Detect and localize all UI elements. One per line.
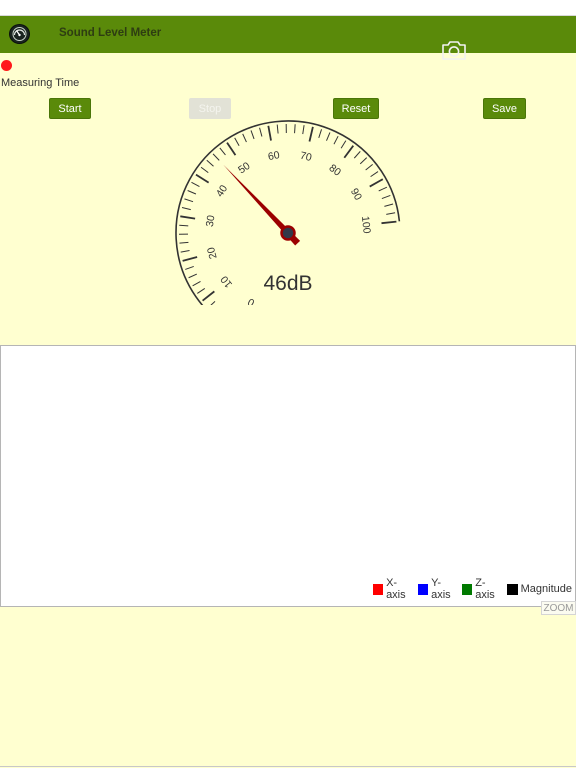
gauge-minor-tick [191, 181, 200, 187]
gauge-minor-tick [333, 135, 339, 145]
recording-indicator [1, 60, 12, 71]
legend-label-z-axis: Z-axis [475, 577, 495, 601]
gauge-minor-tick [250, 130, 255, 140]
legend-swatch-x-axis [373, 583, 384, 595]
gauge-minor-tick [181, 207, 191, 211]
gauge-minor-tick [378, 186, 388, 192]
gauge-major-tick [182, 256, 198, 262]
save-button[interactable]: Save [483, 98, 526, 119]
gauge-minor-tick [187, 190, 197, 195]
legend-item-magnitude: Magnitude [506, 583, 572, 595]
gauge-minor-tick [302, 125, 305, 135]
sensor-chart [0, 345, 576, 607]
legend-swatch-magnitude [506, 583, 518, 595]
legend-label-magnitude: Magnitude [520, 583, 572, 595]
gauge-tick-label: 70 [299, 150, 313, 164]
gauge-minor-tick [210, 300, 216, 305]
gauge-minor-tick [318, 129, 323, 139]
gauge-minor-tick [365, 163, 373, 171]
gauge-minor-tick [359, 157, 368, 165]
chart-legend: X-axis Y-axis Z-axis Magnitude [373, 577, 576, 601]
legend-swatch-z-axis [462, 583, 473, 595]
gauge-minor-tick [179, 241, 189, 244]
gauge-tick-label: 30 [204, 214, 218, 228]
legend-label-y-axis: Y-axis [431, 577, 451, 601]
gauge-minor-tick [185, 265, 194, 270]
gauge-tick-label: 80 [327, 162, 344, 179]
gauge-major-tick [369, 178, 384, 188]
gauge-tick-label: 10 [218, 273, 235, 290]
gauge-minor-tick [242, 133, 247, 143]
gauge-major-tick [202, 290, 215, 302]
status-strip [0, 0, 576, 16]
app-title: Sound Level Meter [59, 27, 162, 39]
sound-meter-logo-icon [9, 24, 30, 44]
gauge-minor-tick [386, 212, 396, 215]
legend-swatch-y-axis [418, 583, 429, 595]
gauge-minor-tick [384, 203, 394, 207]
gauge-minor-tick [179, 224, 189, 227]
gauge-minor-tick [294, 124, 296, 134]
gauge-minor-tick [326, 132, 331, 141]
legend-item-z-axis: Z-axis [462, 577, 502, 601]
gauge-major-tick [267, 125, 272, 141]
gauge-tick-label: 60 [267, 149, 281, 163]
gauge-tick-label: 50 [236, 160, 253, 177]
bottom-divider [0, 766, 576, 767]
title-bar: Sound Level Meter [0, 16, 576, 60]
gauge-tick-label: 40 [214, 183, 230, 199]
decibel-readout: 46dB [263, 272, 313, 295]
gauge-tick-label: 90 [348, 186, 364, 202]
start-button[interactable]: Start [49, 98, 91, 119]
legend-item-y-axis: Y-axis [418, 577, 458, 601]
gauge-major-tick [308, 126, 314, 142]
gauge-tick-label: 20 [205, 246, 220, 261]
gauge-minor-tick [206, 159, 214, 167]
gauge-tick-label: 0 [246, 295, 257, 305]
gauge-minor-tick [234, 137, 240, 147]
zoom-button[interactable]: ZOOM [541, 601, 576, 615]
legend-item-x-axis: X-axis [373, 577, 414, 601]
gauge-minor-tick [197, 288, 206, 294]
camera-icon[interactable] [441, 39, 467, 61]
gauge-major-tick [226, 142, 237, 156]
gauge-minor-tick [259, 127, 263, 137]
gauge-minor-tick [340, 140, 347, 149]
gauge-minor-tick [192, 280, 201, 287]
gauge-hub [280, 225, 296, 241]
gauge-minor-tick [200, 166, 209, 174]
gauge-major-tick [180, 215, 196, 220]
gauge-minor-tick [381, 194, 391, 200]
gauge-minor-tick [219, 147, 226, 156]
gauge-minor-tick [276, 124, 279, 134]
gauge-minor-tick [212, 153, 220, 161]
gauge-minor-tick [180, 250, 190, 253]
measuring-time-label: Measuring Time [1, 77, 80, 89]
gauge-major-tick [381, 220, 397, 225]
gauge-tick-label: 100 [359, 215, 373, 234]
gauge-minor-tick [188, 273, 198, 279]
gauge-major-tick [195, 173, 210, 184]
gauge-minor-tick [184, 198, 194, 203]
gauge-minor-tick [353, 151, 361, 159]
gauge-major-tick [343, 145, 355, 159]
gauge-minor-tick [370, 171, 379, 178]
legend-label-x-axis: X-axis [386, 577, 406, 601]
